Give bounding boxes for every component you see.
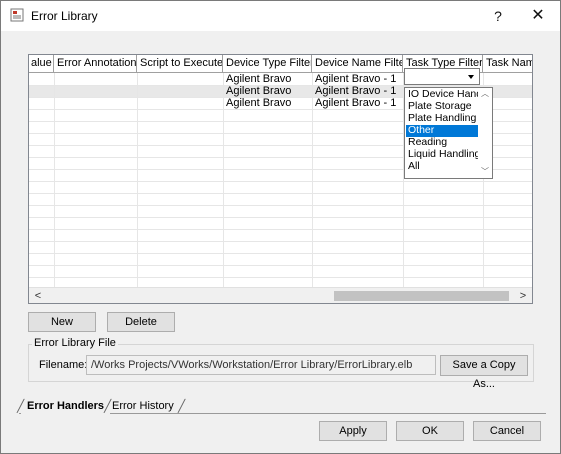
filename-label: Filename: <box>39 359 88 371</box>
col-header-device-type-filter[interactable]: Device Type Filter <box>223 55 312 73</box>
scrollbar-thumb[interactable] <box>334 291 509 301</box>
dropdown-option[interactable]: Plate Storage <box>406 101 478 113</box>
ok-button[interactable]: OK <box>396 421 464 441</box>
col-header-value[interactable]: alue <box>29 55 54 73</box>
cell-device-name[interactable]: Agilent Bravo - 1 <box>312 73 396 85</box>
col-header-error-annotation[interactable]: Error Annotation <box>54 55 137 73</box>
cell-device-name[interactable]: Agilent Bravo - 1 <box>312 85 396 97</box>
chevron-down-icon[interactable] <box>465 70 477 83</box>
error-library-dialog: Error Library ? ✕ alue Error Annotation … <box>0 0 561 454</box>
col-header-task-name[interactable]: Task Name <box>483 55 532 73</box>
cancel-button[interactable]: Cancel <box>473 421 541 441</box>
title-bar: Error Library ? ✕ <box>1 1 560 31</box>
chevron-right-icon[interactable]: > <box>516 288 530 303</box>
delete-button[interactable]: Delete <box>107 312 175 332</box>
close-button[interactable]: ✕ <box>527 5 549 27</box>
dropdown-option[interactable]: IO Device Hand <box>406 89 478 101</box>
new-button[interactable]: New <box>28 312 96 332</box>
window-title: Error Library <box>31 9 98 23</box>
col-header-device-name-filter[interactable]: Device Name Filter <box>312 55 403 73</box>
app-icon <box>10 8 24 22</box>
dropdown-option-selected[interactable]: Other <box>406 125 478 137</box>
dropdown-option[interactable]: Plate Handling <box>406 113 478 125</box>
dropdown-option[interactable]: Liquid Handling <box>406 149 478 161</box>
cell-device-type[interactable]: Agilent Bravo <box>223 73 291 85</box>
chevron-left-icon[interactable]: < <box>31 288 45 303</box>
chevron-up-icon[interactable]: ︿ <box>481 88 489 99</box>
tab-edge: ╱ <box>178 399 186 413</box>
cell-device-name[interactable]: Agilent Bravo - 1 <box>312 97 396 109</box>
apply-button[interactable]: Apply <box>319 421 387 441</box>
col-header-script-to-execute[interactable]: Script to Execute <box>137 55 223 73</box>
cell-device-type[interactable]: Agilent Bravo <box>223 85 291 97</box>
chevron-down-icon[interactable]: ﹀ <box>481 166 489 177</box>
cell-device-type[interactable]: Agilent Bravo <box>223 97 291 109</box>
horizontal-scrollbar[interactable]: < > <box>29 287 532 303</box>
task-type-dropdown-list[interactable]: IO Device Hand Plate Storage Plate Handl… <box>404 87 493 179</box>
dropdown-option[interactable]: Reading <box>406 137 478 149</box>
save-copy-as-button[interactable]: Save a Copy As... <box>440 355 528 390</box>
dropdown-option[interactable]: All <box>406 161 478 173</box>
tab-error-history[interactable]: Error History <box>108 400 178 414</box>
dropdown-scrollbar[interactable]: ︿ ﹀ <box>479 88 492 178</box>
help-button[interactable]: ? <box>487 5 509 27</box>
group-label: Error Library File <box>32 337 118 349</box>
error-handlers-grid[interactable]: alue Error Annotation Script to Execute … <box>28 54 533 304</box>
task-type-filter-combo[interactable] <box>404 68 480 85</box>
tab-error-handlers[interactable]: Error Handlers <box>21 400 111 414</box>
filename-field[interactable]: /Works Projects/VWorks/Workstation/Error… <box>86 355 436 375</box>
